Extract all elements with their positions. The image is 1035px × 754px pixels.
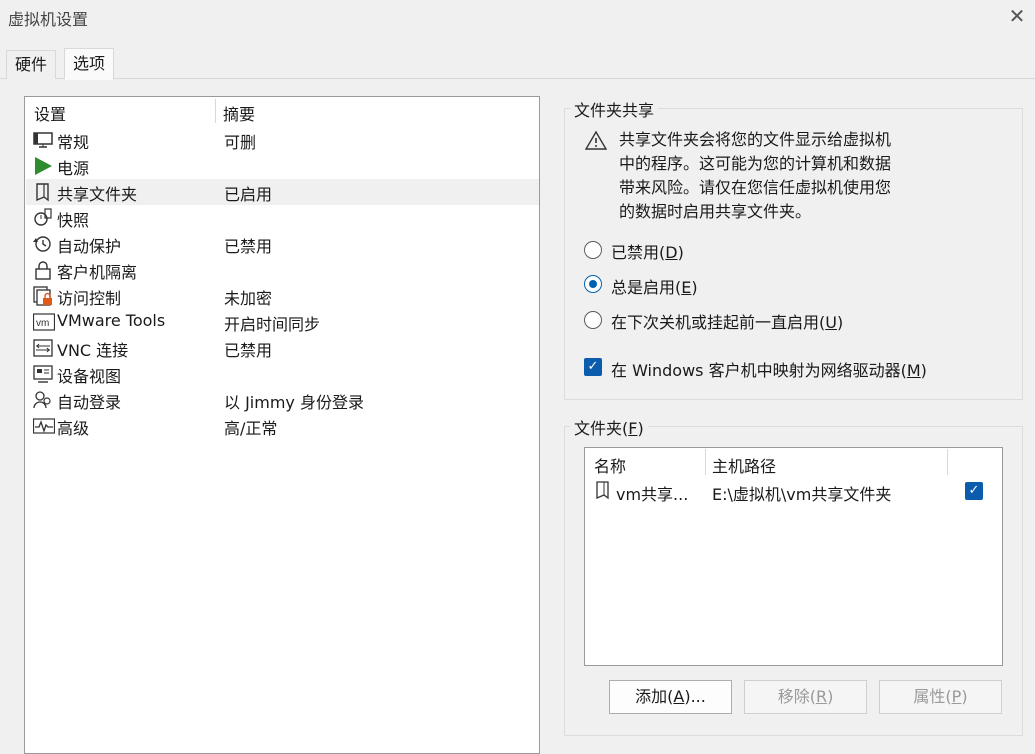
settings-row-shared-folders[interactable]: 共享文件夹 已启用	[26, 179, 539, 205]
map-drive-label[interactable]: 在 Windows 客户机中映射为网络驱动器(M)	[611, 357, 927, 381]
settings-row-name: 自动保护	[57, 237, 122, 256]
radio-disabled-label[interactable]: 已禁用(D)	[611, 239, 684, 263]
history-icon	[33, 234, 53, 254]
users-icon	[33, 390, 53, 410]
remove-button[interactable]: 移除(R)	[744, 680, 867, 714]
tab-strip	[0, 36, 1035, 80]
warning-line: 共享文件夹会将您的文件显示给虚拟机	[619, 130, 892, 149]
settings-row-name: 高级	[57, 419, 90, 438]
settings-row-isolation[interactable]: 客户机隔离	[26, 257, 539, 283]
radio-until-shutdown[interactable]	[584, 311, 602, 329]
settings-row-device-view[interactable]: 设备视图	[26, 361, 539, 387]
radio-always-enabled[interactable]	[584, 275, 602, 293]
settings-row-name: 客户机隔离	[57, 263, 138, 282]
settings-row-summary: 已禁用	[224, 341, 273, 360]
monitor-icon	[33, 130, 53, 150]
settings-row-general[interactable]: 常规 可删	[26, 127, 539, 153]
vm-icon: vm	[32, 312, 56, 332]
sharing-warning-text: 共享文件夹会将您的文件显示给虚拟机 中的程序。这可能为您的计算机和数据 带来风险…	[619, 128, 1019, 224]
column-separator	[705, 449, 706, 475]
settings-row-name: 访问控制	[57, 289, 122, 308]
settings-row-name: 电源	[57, 159, 90, 178]
radio-always-enabled-label[interactable]: 总是启用(E)	[611, 274, 698, 298]
settings-row-autoprotect[interactable]: 自动保护 已禁用	[26, 231, 539, 257]
settings-row-name: VNC 连接	[57, 341, 129, 360]
tab-divider	[0, 78, 1035, 79]
access-control-icon	[33, 286, 53, 306]
settings-row-name: 常规	[57, 133, 90, 152]
settings-row-name: VMware Tools	[57, 311, 166, 330]
column-header-setting[interactable]: 设置	[34, 101, 66, 125]
settings-row-vmware-tools[interactable]: vm VMware Tools 开启时间同步	[26, 309, 539, 335]
svg-text:vm: vm	[36, 318, 49, 329]
column-separator	[947, 449, 948, 475]
settings-row-summary: 已启用	[224, 185, 273, 204]
lock-icon	[33, 260, 53, 280]
warning-line: 带来风险。请仅在您信任虚拟机使用您	[619, 178, 892, 197]
settings-row-summary: 开启时间同步	[224, 315, 321, 334]
tab-options[interactable]: 选项	[64, 48, 115, 80]
snapshot-icon	[33, 208, 53, 228]
folder-sharing-title: 文件夹共享	[570, 97, 659, 121]
vnc-icon	[33, 338, 53, 358]
settings-row-summary: 已禁用	[224, 237, 273, 256]
add-button[interactable]: 添加(A)...	[609, 680, 732, 714]
folder-icon	[594, 480, 612, 504]
properties-button[interactable]: 属性(P)	[879, 680, 1002, 714]
settings-row-summary: 高/正常	[224, 419, 278, 438]
settings-row-access-control[interactable]: 访问控制 未加密	[26, 283, 539, 309]
settings-row-power[interactable]: 电源	[26, 153, 539, 179]
radio-disabled[interactable]	[584, 241, 602, 259]
settings-row-name: 设备视图	[57, 367, 122, 386]
settings-row-name: 共享文件夹	[57, 185, 138, 204]
title-bar	[0, 0, 1035, 36]
column-header-name[interactable]: 名称	[594, 453, 626, 477]
settings-row-summary: 未加密	[224, 289, 273, 308]
map-drive-checkbox[interactable]: ✓	[584, 358, 602, 376]
folder-icon	[33, 182, 53, 202]
warning-line: 的数据时启用共享文件夹。	[619, 202, 812, 221]
close-icon[interactable]: ✕	[1005, 4, 1029, 28]
window-title: 虚拟机设置	[8, 10, 89, 29]
column-header-summary[interactable]: 摘要	[223, 101, 255, 125]
device-view-icon	[33, 364, 53, 384]
folders-table[interactable]: 名称 主机路径 vm共享... E:\虚拟机\vm共享文件夹 ✓	[584, 447, 1003, 666]
settings-row-name: 快照	[57, 211, 90, 230]
table-row[interactable]: vm共享... E:\虚拟机\vm共享文件夹 ✓	[586, 477, 1001, 505]
pulse-icon	[32, 416, 56, 436]
settings-row-summary: 以 Jimmy 身份登录	[224, 393, 364, 412]
settings-row-advanced[interactable]: 高级 高/正常	[26, 413, 539, 439]
tab-hardware[interactable]: 硬件	[6, 50, 57, 79]
radio-until-shutdown-label[interactable]: 在下次关机或挂起前一直启用(U)	[611, 309, 843, 333]
folder-name: vm共享...	[616, 485, 689, 504]
column-separator	[215, 99, 216, 123]
play-icon	[33, 156, 53, 176]
settings-row-summary: 可删	[224, 133, 257, 152]
settings-row-vnc[interactable]: VNC 连接 已禁用	[26, 335, 539, 361]
folder-path: E:\虚拟机\vm共享文件夹	[712, 485, 892, 504]
settings-row-snapshot[interactable]: 快照	[26, 205, 539, 231]
settings-list[interactable]: 设置 摘要 常规 可删 电源 共享文件夹 已启用 快照 自动保护 已禁用 客户机…	[24, 96, 540, 754]
folders-group-title: 文件夹(F)	[570, 415, 648, 439]
settings-row-autologin[interactable]: 自动登录 以 Jimmy 身份登录	[26, 387, 539, 413]
folder-enabled-checkbox[interactable]: ✓	[965, 482, 983, 500]
column-header-path[interactable]: 主机路径	[712, 453, 776, 477]
warning-line: 中的程序。这可能为您的计算机和数据	[619, 154, 892, 173]
warning-icon	[584, 130, 608, 154]
settings-row-name: 自动登录	[57, 393, 122, 412]
